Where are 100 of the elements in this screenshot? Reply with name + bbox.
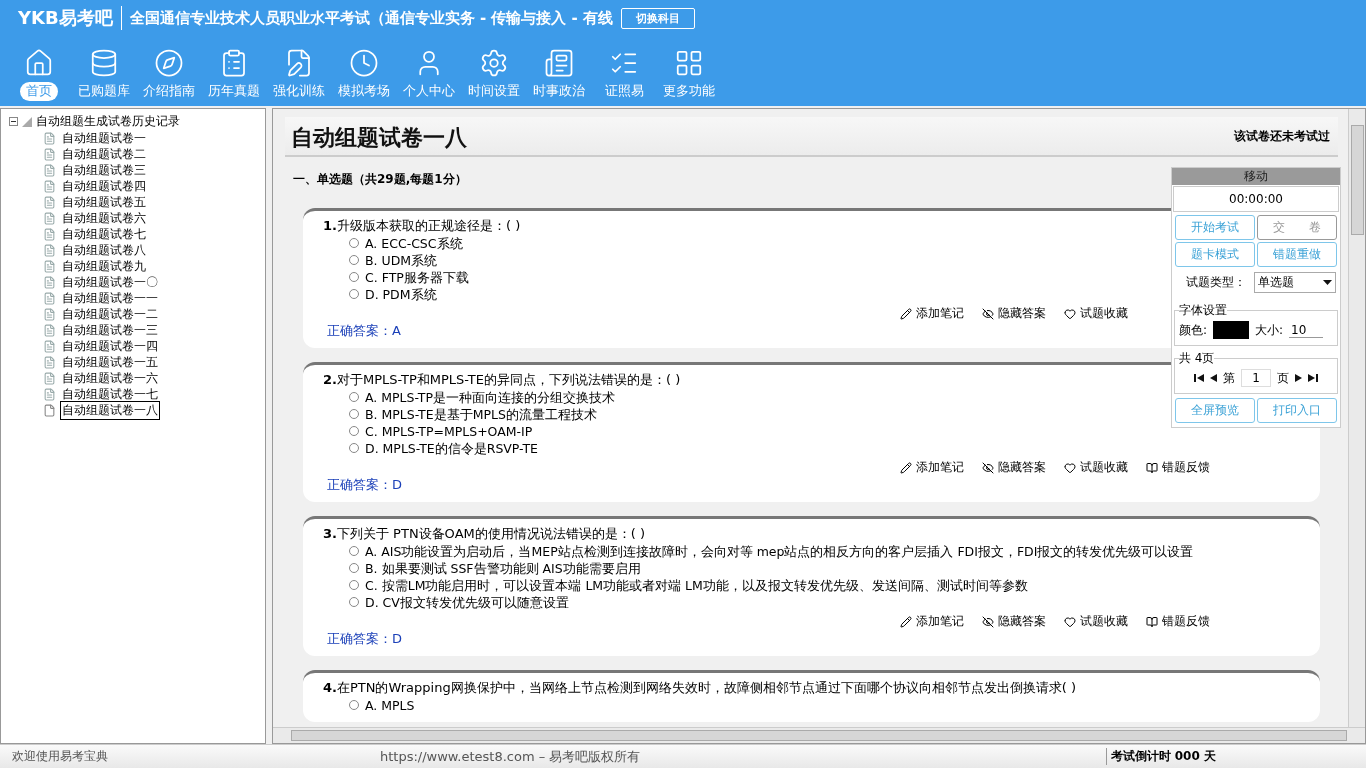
option-text: C. MPLS-TP=MPLS+OAM-IP (365, 423, 533, 440)
action-link[interactable]: 添加笔记 (900, 459, 964, 476)
previous-page-button[interactable] (1210, 374, 1218, 382)
file-icon (43, 403, 56, 417)
heart-icon (1064, 615, 1076, 628)
radio-button[interactable] (349, 409, 359, 419)
option-text: A. ECC-CSC系统 (365, 235, 463, 252)
action-link[interactable]: 隐藏答案 (982, 459, 1046, 476)
option-text: A. MPLS (365, 697, 415, 714)
radio-button[interactable] (349, 392, 359, 402)
tree-root-label: 自动组题生成试卷历史记录 (36, 113, 180, 130)
option-text: A. MPLS-TP是一种面向连接的分组交换技术 (365, 389, 616, 406)
document-icon (43, 147, 56, 161)
color-label: 颜色: (1179, 321, 1208, 339)
option-text: D. PDM系统 (365, 286, 437, 303)
document-icon (43, 195, 56, 209)
collapse-toggle[interactable] (9, 117, 18, 126)
document-icon (43, 323, 56, 337)
radio-button[interactable] (349, 443, 359, 453)
question-text: 1.升级版本获取的正规途径是：( ) (323, 217, 521, 235)
book-icon (1146, 615, 1158, 628)
radio-button[interactable] (349, 700, 359, 710)
triangle-icon (22, 116, 32, 127)
radio-button[interactable] (349, 597, 359, 607)
grid-icon (674, 48, 704, 78)
countdown-text: 考试倒计时 000 天 (1105, 748, 1366, 765)
document-icon (43, 243, 56, 257)
radio-button[interactable] (349, 426, 359, 436)
radio-button[interactable] (349, 580, 359, 590)
section-heading: 一、单选题（共29题,每题1分） (293, 171, 467, 188)
action-link[interactable]: 试题收藏 (1064, 459, 1128, 476)
exam-title: 全国通信专业技术人员职业水平考试（通信专业实务 - 传输与接入 - 有线 (129, 8, 614, 28)
paper-title: 自动组题试卷一八 (291, 124, 467, 152)
type-dropdown[interactable]: 单选题 (1254, 272, 1336, 293)
question-text: 2.对于MPLS-TP和MPLS-TE的异同点，下列说法错误的是：( ) (323, 371, 681, 389)
page-suffix: 页 (1276, 369, 1289, 387)
welcome-text: 欢迎使用易考宝典 (11, 748, 109, 765)
compass-icon (154, 48, 184, 78)
action-link[interactable]: 隐藏答案 (982, 305, 1046, 322)
size-label: 大小: (1255, 321, 1284, 339)
document-icon (43, 307, 56, 321)
document-icon (43, 227, 56, 241)
action-link[interactable]: 试题收藏 (1064, 613, 1128, 630)
caret-icon (1323, 280, 1332, 285)
size-field[interactable]: 10 (1289, 322, 1324, 338)
action-link[interactable]: 添加笔记 (900, 613, 964, 630)
first-page-button[interactable] (1194, 374, 1205, 382)
action-link[interactable]: 隐藏答案 (982, 613, 1046, 630)
radio-button[interactable] (349, 289, 359, 299)
paper-status: 该试卷还未考试过 (1234, 128, 1330, 145)
next-page-button[interactable] (1294, 374, 1302, 382)
correct-answer: 正确答案：D (327, 630, 402, 648)
tree-item[interactable]: 自动组题试卷一八 (60, 400, 160, 420)
document-icon (43, 371, 56, 385)
document-icon (43, 163, 56, 177)
type-label: 试题类型： (1186, 274, 1246, 291)
question-text: 3.下列关于 PTN设备OAM的使用情况说法错误的是：( ) (323, 525, 645, 543)
radio-button[interactable] (349, 272, 359, 282)
option-text: B. 如果要测试 SSF告警功能则 AIS功能需要启用 (365, 560, 641, 577)
radio-button[interactable] (349, 255, 359, 265)
option-text: D. CV报文转发优先级可以随意设置 (365, 594, 569, 611)
radio-button[interactable] (349, 238, 359, 248)
heart-icon (1064, 307, 1076, 320)
page-field[interactable]: 1 (1241, 369, 1271, 387)
newspaper-icon (544, 48, 574, 78)
action-link[interactable]: 试题收藏 (1064, 305, 1128, 322)
heart-icon (1064, 461, 1076, 474)
pencil-icon (900, 615, 912, 628)
correct-answer: 正确答案：D (327, 476, 402, 494)
action-link[interactable]: 错题反馈 (1146, 459, 1210, 476)
eye-off-icon (982, 615, 994, 628)
option-text: C. FTP服务器下载 (365, 269, 469, 286)
document-icon (43, 131, 56, 145)
document-icon (43, 387, 56, 401)
action-link[interactable]: 添加笔记 (900, 305, 964, 322)
eye-off-icon (982, 307, 994, 320)
question-text: 4.在PTN的Wrapping网换保护中，当网络上节点检测到网络失效时，故障侧相邻节点通过下面哪个协议向相邻节点发出倒换请求( ) (323, 679, 1076, 697)
document-icon (43, 339, 56, 353)
eye-off-icon (982, 461, 994, 474)
home-icon (24, 48, 54, 78)
page-prefix: 第 (1223, 369, 1236, 387)
option-text: A. AIS功能设置为启动后，当MEP站点检测到连接故障时，会向对等 mep站点的相反方向的客户层插入 FDI报文，FDI报文的转发优先级可以设置 (365, 543, 1194, 560)
action-link[interactable]: 错题反馈 (1146, 613, 1210, 630)
pencil-icon (900, 307, 912, 320)
option-text: C. 按需LM功能启用时，可以设置本端 LM功能或者对端 LM功能，以及报文转发优先级、发送间隔、测试时间等参数 (365, 577, 1028, 594)
document-icon (43, 291, 56, 305)
copyright-text: https://www.etest8.com – 易考吧版权所有 (380, 747, 642, 766)
settings-icon (479, 48, 509, 78)
option-text: B. UDM系统 (365, 252, 438, 269)
document-icon (43, 355, 56, 369)
radio-button[interactable] (349, 563, 359, 573)
radio-button[interactable] (349, 546, 359, 556)
timer: 00:00:00 (1173, 186, 1339, 212)
document-icon (43, 259, 56, 273)
panel-title[interactable]: 移动 (1172, 168, 1340, 185)
document-icon (43, 275, 56, 289)
option-text: D. MPLS-TE的信令是RSVP-TE (365, 440, 539, 457)
color-swatch[interactable] (1213, 321, 1250, 339)
font-settings-label: 字体设置 (1179, 302, 1227, 319)
last-page-button[interactable] (1307, 374, 1318, 382)
